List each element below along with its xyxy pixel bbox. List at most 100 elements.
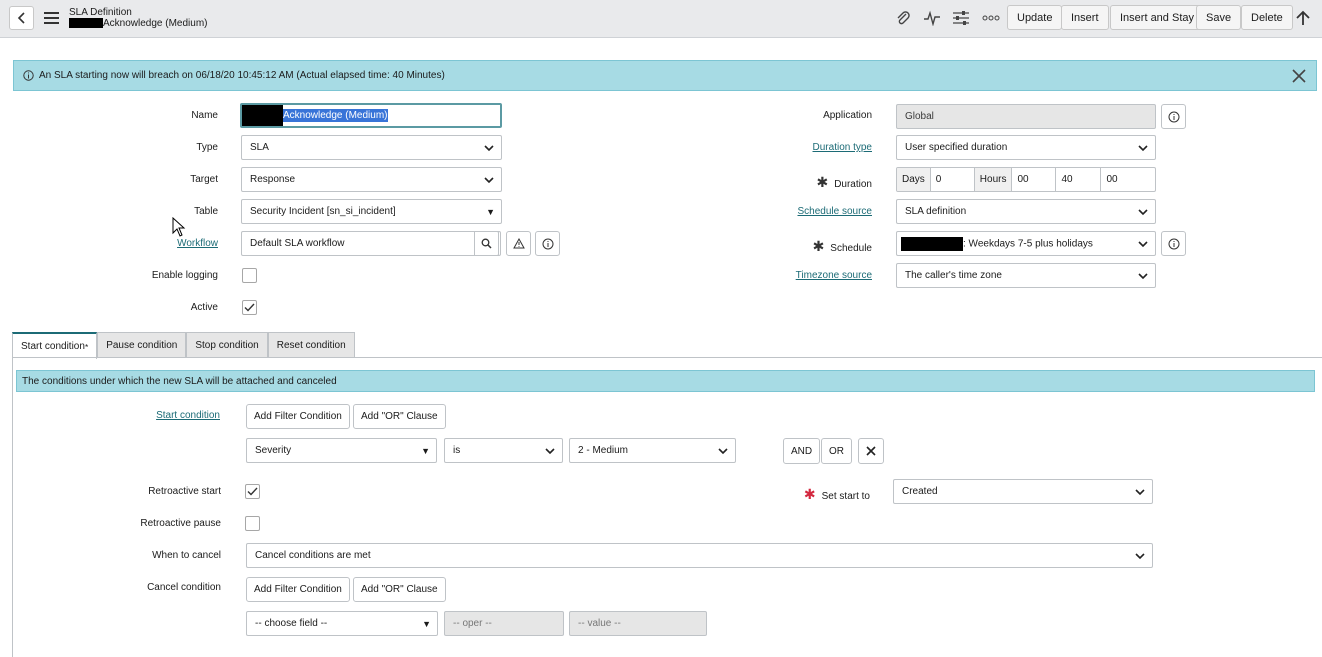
retroactive-pause-label: Retroactive pause bbox=[140, 518, 221, 529]
workflow-input[interactable]: Default SLA workflow bbox=[241, 231, 501, 256]
insert-button[interactable]: Insert bbox=[1061, 5, 1109, 30]
duration-field[interactable]: Days 0 Hours 00 40 00 bbox=[896, 167, 1156, 192]
warning-icon bbox=[512, 238, 525, 249]
application-label: Application bbox=[823, 110, 872, 121]
hours-input[interactable]: 00 bbox=[1012, 168, 1057, 191]
table-select[interactable]: Security Incident [sn_si_incident] ▼ bbox=[241, 199, 502, 224]
table-label: Table bbox=[194, 206, 218, 217]
close-icon[interactable] bbox=[1292, 69, 1306, 83]
condition-operator-select[interactable]: is bbox=[444, 438, 563, 463]
chevron-down-icon bbox=[1135, 488, 1145, 495]
cancel-field-select[interactable]: -- choose field -- ▼ bbox=[246, 611, 438, 636]
timezone-source-link[interactable]: Timezone source bbox=[750, 270, 872, 281]
dropdown-triangle-icon: ▼ bbox=[422, 618, 431, 629]
days-input[interactable]: 0 bbox=[931, 168, 975, 191]
set-start-to-value: Created bbox=[902, 486, 938, 497]
cancel-operator-select: -- oper -- bbox=[444, 611, 564, 636]
duration-type-select[interactable]: User specified duration bbox=[896, 135, 1156, 160]
dropdown-triangle-icon: ▼ bbox=[421, 445, 430, 456]
schedule-info-button[interactable] bbox=[1161, 231, 1186, 256]
condition-operator-value: is bbox=[453, 445, 461, 456]
checkmark-icon bbox=[244, 303, 255, 312]
close-icon bbox=[866, 446, 876, 456]
when-to-cancel-select[interactable]: Cancel conditions are met bbox=[246, 543, 1153, 568]
hours-label: Hours bbox=[974, 168, 1013, 191]
condition-value-select[interactable]: 2 - Medium bbox=[569, 438, 736, 463]
duration-label-text: Duration bbox=[834, 179, 872, 190]
tab-pause-condition[interactable]: Pause condition bbox=[97, 332, 187, 358]
table-select-value: Security Incident [sn_si_incident] bbox=[250, 206, 396, 217]
condition-field-select[interactable]: Severity ▼ bbox=[246, 438, 437, 463]
and-button[interactable]: AND bbox=[783, 438, 821, 464]
timezone-source-select[interactable]: The caller's time zone bbox=[896, 263, 1156, 288]
tab-label: Start condition bbox=[21, 341, 85, 352]
start-condition-link[interactable]: Start condition bbox=[120, 410, 220, 421]
cancel-add-or-clause-button[interactable]: Add "OR" Clause bbox=[353, 577, 446, 602]
seconds-input[interactable]: 00 bbox=[1101, 168, 1146, 191]
duration-type-value: User specified duration bbox=[905, 142, 1008, 153]
remove-condition-button[interactable] bbox=[858, 438, 884, 464]
retroactive-start-checkbox[interactable] bbox=[245, 484, 260, 499]
scroll-up-icon[interactable] bbox=[1293, 9, 1313, 27]
target-select[interactable]: Response bbox=[241, 167, 502, 192]
paperclip-icon[interactable] bbox=[893, 9, 913, 27]
redacted-block bbox=[69, 18, 103, 29]
info-button[interactable] bbox=[535, 231, 560, 256]
type-select[interactable]: SLA bbox=[241, 135, 502, 160]
minutes-input[interactable]: 40 bbox=[1056, 168, 1102, 191]
delete-button[interactable]: Delete bbox=[1241, 5, 1293, 30]
back-button[interactable] bbox=[9, 6, 34, 30]
activity-icon[interactable] bbox=[922, 9, 942, 27]
settings-sliders-icon[interactable] bbox=[951, 9, 971, 27]
chevron-down-icon bbox=[545, 447, 555, 454]
active-checkbox[interactable] bbox=[242, 300, 257, 315]
search-icon bbox=[481, 238, 492, 249]
save-button[interactable]: Save bbox=[1196, 5, 1242, 30]
schedule-source-link[interactable]: Schedule source bbox=[750, 206, 873, 217]
days-label: Days bbox=[897, 168, 931, 191]
update-button[interactable]: Update bbox=[1007, 5, 1063, 30]
warning-button[interactable] bbox=[506, 231, 531, 256]
application-info-button[interactable] bbox=[1161, 104, 1186, 129]
info-icon bbox=[542, 238, 553, 249]
menu-icon[interactable] bbox=[44, 12, 59, 24]
tab-stop-condition[interactable]: Stop condition bbox=[186, 332, 268, 358]
schedule-value: : Weekdays 7-5 plus holidays bbox=[963, 238, 1093, 250]
application-field: Global bbox=[896, 104, 1156, 129]
condition-tabs: Start condition * Pause condition Stop co… bbox=[12, 332, 355, 359]
checkmark-icon bbox=[247, 487, 258, 496]
tab-reset-condition[interactable]: Reset condition bbox=[267, 332, 355, 358]
cancel-value-placeholder: -- value -- bbox=[578, 618, 621, 629]
workflow-link[interactable]: Workflow bbox=[120, 238, 218, 249]
timezone-source-value: The caller's time zone bbox=[905, 270, 1002, 281]
info-icon bbox=[1168, 111, 1179, 122]
or-button[interactable]: OR bbox=[821, 438, 852, 464]
tab-start-condition[interactable]: Start condition * bbox=[12, 332, 98, 359]
schedule-source-select[interactable]: SLA definition bbox=[896, 199, 1156, 224]
add-or-clause-button[interactable]: Add "OR" Clause bbox=[353, 404, 446, 429]
info-icon bbox=[1168, 238, 1179, 249]
name-input[interactable]: Acknowledge (Medium) bbox=[240, 103, 502, 128]
more-icon[interactable] bbox=[981, 9, 1001, 27]
chevron-down-icon bbox=[1138, 208, 1148, 215]
condition-field-value: Severity bbox=[255, 445, 292, 456]
chevron-down-icon bbox=[484, 144, 494, 151]
dropdown-triangle-icon: ▼ bbox=[486, 206, 495, 217]
set-start-to-select[interactable]: Created bbox=[893, 479, 1153, 504]
cancel-add-filter-condition-button[interactable]: Add Filter Condition bbox=[246, 577, 350, 602]
lookup-button[interactable] bbox=[474, 231, 499, 256]
retroactive-start-label: Retroactive start bbox=[148, 486, 221, 497]
record-name: Acknowledge (Medium) bbox=[103, 18, 208, 29]
type-select-value: SLA bbox=[250, 142, 269, 153]
record-title: SLA Definition Acknowledge (Medium) bbox=[69, 7, 208, 29]
insert-and-stay-button[interactable]: Insert and Stay bbox=[1110, 5, 1204, 30]
add-filter-condition-button[interactable]: Add Filter Condition bbox=[246, 404, 350, 429]
duration-type-link[interactable]: Duration type bbox=[750, 142, 872, 153]
workflow-input-value: Default SLA workflow bbox=[250, 238, 345, 249]
enable-logging-checkbox[interactable] bbox=[242, 268, 257, 283]
when-to-cancel-label: When to cancel bbox=[152, 550, 221, 561]
schedule-select[interactable]: : Weekdays 7-5 plus holidays bbox=[896, 231, 1156, 256]
retroactive-pause-checkbox[interactable] bbox=[245, 516, 260, 531]
when-to-cancel-value: Cancel conditions are met bbox=[255, 550, 371, 561]
set-start-to-label: ✱ Set start to bbox=[750, 486, 870, 503]
